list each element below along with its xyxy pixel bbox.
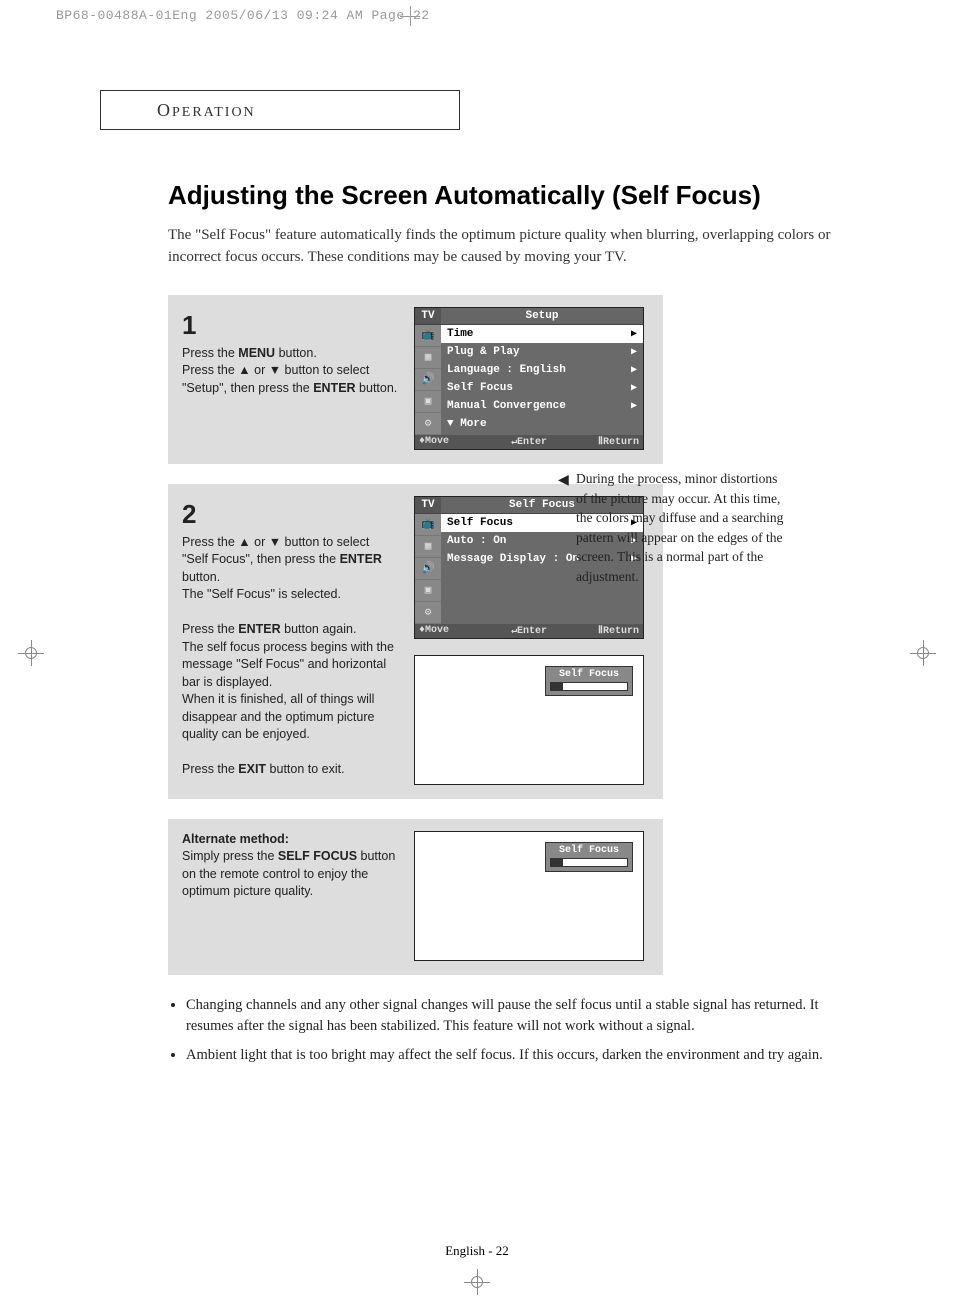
s2-p1c: button. bbox=[182, 570, 220, 584]
s2-p2: The "Self Focus" is selected. bbox=[182, 587, 341, 601]
step1-l1: Press the bbox=[182, 346, 238, 360]
step-2-text: 2 Press the ▲ or ▼ button to select "Sel… bbox=[182, 496, 398, 779]
step-1-text: 1 Press the MENU button. Press the ▲ or … bbox=[182, 307, 398, 398]
s2-p3c: button again. bbox=[281, 622, 357, 636]
side-note-text: During the process, minor distortions of… bbox=[576, 471, 783, 584]
note-2: Ambient light that is too bright may aff… bbox=[186, 1045, 860, 1066]
enter-bold-2: ENTER bbox=[340, 552, 382, 566]
tv-icon-2: 📺 bbox=[415, 514, 441, 536]
alternate-box: Alternate method: Simply press the SELF … bbox=[168, 819, 663, 975]
osd-item-more: ▼ More bbox=[441, 415, 643, 433]
note-1: Changing channels and any other signal c… bbox=[186, 995, 860, 1037]
page-footer: English - 22 bbox=[0, 1243, 954, 1259]
osd-item-plug: Plug & Play▶ bbox=[441, 343, 643, 361]
crop-mark-icon bbox=[400, 6, 420, 26]
step-1-box: 1 Press the MENU button. Press the ▲ or … bbox=[168, 295, 663, 464]
step-2-number: 2 bbox=[182, 496, 398, 532]
registration-mark-bottom bbox=[464, 1269, 490, 1295]
step1-l1b: button. bbox=[275, 346, 317, 360]
s2-p3a: Press the bbox=[182, 622, 238, 636]
grid-icon: ▦ bbox=[415, 347, 441, 369]
page-title: Adjusting the Screen Automatically (Self… bbox=[168, 180, 860, 211]
alt-t1: Simply press the bbox=[182, 849, 278, 863]
print-header: BP68-00488A-01Eng 2005/06/13 09:24 AM Pa… bbox=[56, 8, 430, 23]
side-note: ◀ During the process, minor distortions … bbox=[576, 469, 786, 586]
triangle-left-icon: ◀ bbox=[558, 471, 569, 491]
setup-icon-2: ⚙ bbox=[415, 602, 441, 624]
notes-list: Changing channels and any other signal c… bbox=[168, 995, 860, 1066]
progress-bar bbox=[550, 682, 628, 691]
registration-mark-left bbox=[18, 640, 44, 666]
alternate-text: Alternate method: Simply press the SELF … bbox=[182, 831, 398, 901]
s2-p4: The self focus process begins with the m… bbox=[182, 640, 394, 689]
s2-p5: When it is finished, all of things will … bbox=[182, 692, 374, 741]
osd-item-manual: Manual Convergence▶ bbox=[441, 397, 643, 415]
section-label: OPERATION bbox=[157, 100, 256, 121]
osd-tv-label: TV bbox=[415, 308, 441, 324]
channel-icon: ▣ bbox=[415, 391, 441, 413]
self-focus-progress-box: Self Focus bbox=[545, 666, 633, 696]
selffocus-bold: SELF FOCUS bbox=[278, 849, 357, 863]
osd-item-selffocus: Self Focus▶ bbox=[441, 379, 643, 397]
osd-title-setup: Setup bbox=[441, 308, 643, 324]
intro-text: The "Self Focus" feature automatically f… bbox=[168, 225, 860, 269]
osd-item-language: Language : English▶ bbox=[441, 361, 643, 379]
tv-preview-1: Self Focus bbox=[414, 655, 644, 785]
tv-preview-2: Self Focus bbox=[414, 831, 644, 961]
alt-heading: Alternate method: bbox=[182, 832, 289, 846]
self-focus-progress-box-2: Self Focus bbox=[545, 842, 633, 872]
exit-bold: EXIT bbox=[238, 762, 266, 776]
grid-icon-2: ▦ bbox=[415, 536, 441, 558]
tv-icon: 📺 bbox=[415, 325, 441, 347]
sf-label-1: Self Focus bbox=[550, 669, 628, 680]
registration-mark-right bbox=[910, 640, 936, 666]
enter-bold-3: ENTER bbox=[238, 622, 280, 636]
s2-p6c: button to exit. bbox=[266, 762, 345, 776]
osd-item-time: Time▶ bbox=[441, 325, 643, 343]
osd-blank-2 bbox=[441, 586, 643, 604]
channel-icon-2: ▣ bbox=[415, 580, 441, 602]
menu-bold: MENU bbox=[238, 346, 275, 360]
step-1-number: 1 bbox=[182, 307, 398, 343]
s2-p6a: Press the bbox=[182, 762, 238, 776]
step1-l2b: button. bbox=[356, 381, 398, 395]
osd-setup: TV Setup 📺 ▦ 🔊 ▣ ⚙ Time▶ Plug & Play▶ La… bbox=[414, 307, 644, 450]
enter-bold-1: ENTER bbox=[313, 381, 355, 395]
sound-icon: 🔊 bbox=[415, 369, 441, 391]
sf-label-2: Self Focus bbox=[550, 845, 628, 856]
section-header: OPERATION bbox=[100, 90, 460, 130]
progress-bar-2 bbox=[550, 858, 628, 867]
osd-footer-1: ♦Move ↵Enter ⅡReturn bbox=[415, 435, 643, 449]
setup-icon: ⚙ bbox=[415, 413, 441, 435]
osd-tv-label-2: TV bbox=[415, 497, 441, 513]
sound-icon-2: 🔊 bbox=[415, 558, 441, 580]
osd-footer-2: ♦Move ↵Enter ⅡReturn bbox=[415, 624, 643, 638]
osd-setup-list: Time▶ Plug & Play▶ Language : English▶ S… bbox=[441, 325, 643, 435]
